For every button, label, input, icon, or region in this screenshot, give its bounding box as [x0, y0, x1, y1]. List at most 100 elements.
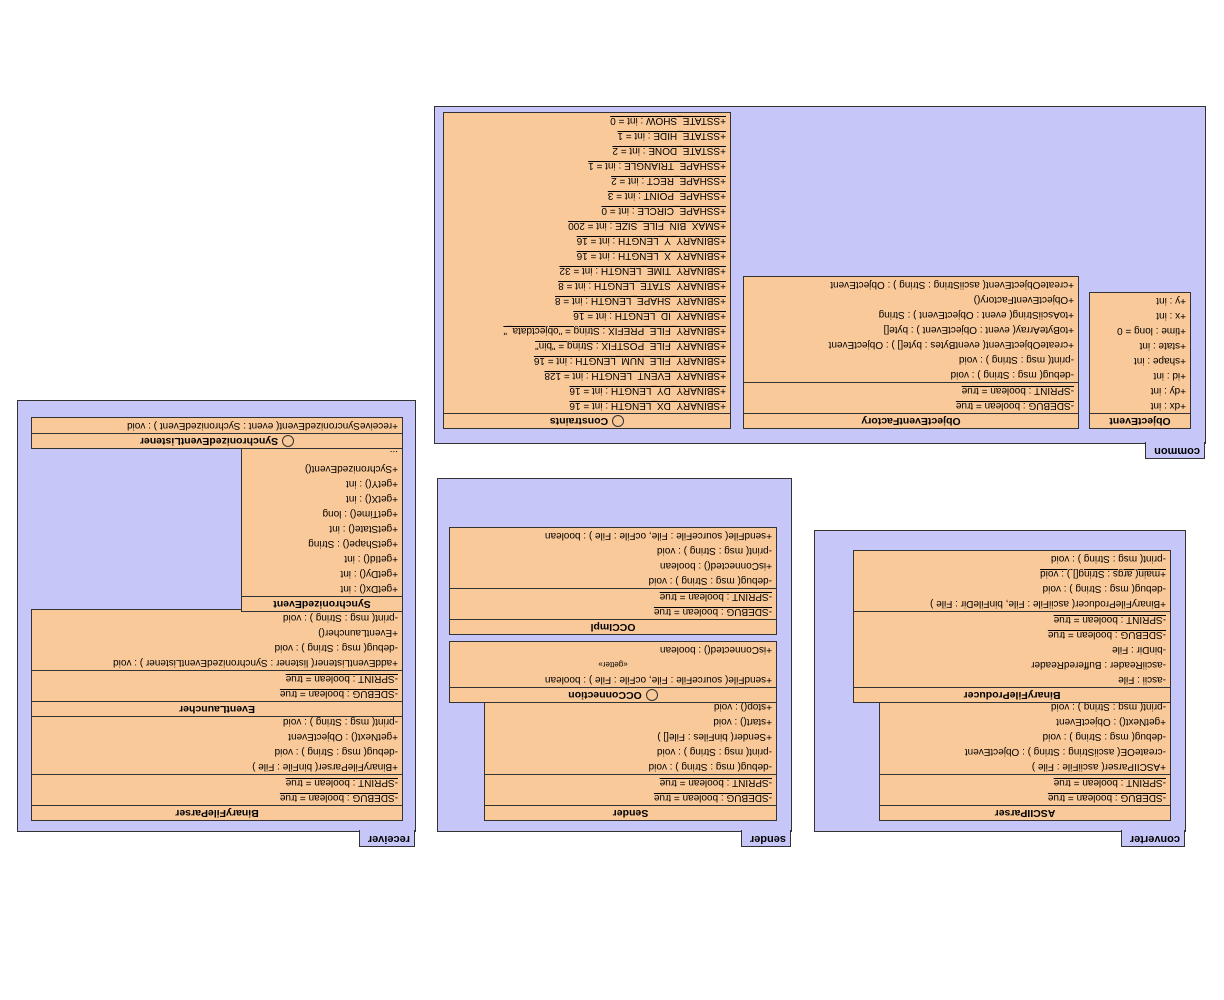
op-section: +addEventListener( listener : Synchroniz… — [32, 610, 402, 670]
op: +start() : void — [485, 714, 776, 729]
attr-section: -SDEBUG : boolean = true -SPRINT : boole… — [880, 774, 1170, 805]
attr: -SPRINT : boolean = true — [854, 612, 1170, 627]
attr: +x : int — [1090, 308, 1190, 323]
op: +sendFile( sourceFile : File, ocFile : F… — [450, 672, 776, 687]
class-title: BinaryFileProducer — [854, 687, 1170, 702]
class-Sender: Sender -SDEBUG : boolean = true -SPRINT … — [484, 698, 777, 821]
attr: +SSTATE_HIDE : int = 1 — [444, 128, 730, 143]
attr: -SPRINT : boolean = true — [744, 383, 1078, 398]
package-tab: common — [1145, 442, 1205, 459]
attr: +time : long = 0 — [1090, 323, 1190, 338]
op: +getId() : int — [242, 551, 402, 566]
attr: -binDir : File — [854, 642, 1170, 657]
attr: -SDEBUG : boolean = true — [32, 790, 402, 805]
op: +sendFile( sourceFile : File, ocFile : F… — [450, 528, 776, 543]
op: -print( msg : String ) : void — [854, 551, 1170, 566]
op-section: +BinaryFileParser( binFile : File ) -deb… — [32, 714, 402, 774]
diagram-canvas: receiver BinaryFileParser -SDEBUG : bool… — [0, 0, 1224, 1000]
attr: -SDEBUG : boolean = true — [880, 790, 1170, 805]
attr: +shape : int — [1090, 353, 1190, 368]
op: -createOE( asciiString : String ) : Obje… — [880, 744, 1170, 759]
attr: -SPRINT : boolean = true — [880, 775, 1170, 790]
op: +isConnected() : boolean — [450, 642, 776, 657]
interface-icon — [646, 689, 658, 701]
attr: -asciiReader : BufferedReader — [854, 657, 1170, 672]
op: +getX() : int — [242, 491, 402, 506]
class-BinaryFileParser: BinaryFileParser -SDEBUG : boolean = tru… — [31, 713, 403, 821]
op: +main( args : String[] ) : void — [854, 566, 1170, 581]
op: +isConnected() : boolean — [450, 558, 776, 573]
package-common: common Constraints +SBINARY_DX_LENGTH : … — [434, 106, 1206, 444]
package-receiver: receiver BinaryFileParser -SDEBUG : bool… — [17, 400, 416, 832]
class-Constraints: Constraints +SBINARY_DX_LENGTH : int = 1… — [443, 112, 731, 429]
attr: +SBINARY_Y_LENGTH : int = 16 — [444, 233, 730, 248]
class-SynchronizedEvent: SynchronizedEvent +getDx() : int +getDy(… — [241, 445, 403, 612]
op: +getState() : int — [242, 521, 402, 536]
attr: -SDEBUG : boolean = true — [744, 398, 1078, 413]
attr: +SBINARY_FILE_PREFIX : String = "objectd… — [444, 323, 730, 338]
op-section: -debug( msg : String ) : void -print( ms… — [485, 699, 776, 774]
class-title: OCCImpl — [450, 619, 776, 634]
attr-section: -SDEBUG : boolean = true -SPRINT : boole… — [450, 588, 776, 619]
attr: +SBINARY_EVENT_LENGTH : int = 128 — [444, 368, 730, 383]
attr: +id : int — [1090, 368, 1190, 383]
attr: -SDEBUG : boolean = true — [485, 790, 776, 805]
attr-section: -SDEBUG : boolean = true -SPRINT : boole… — [32, 774, 402, 805]
op: +BinaryFileProducer( asciiFile : File, b… — [854, 596, 1170, 611]
attr: +SSHAPE_TRIANGLE : int = 1 — [444, 158, 730, 173]
attr: +y : int — [1090, 293, 1190, 308]
attr-section: -SDEBUG : boolean = true -SPRINT : boole… — [744, 382, 1078, 413]
class-SynchronizedEventListener: SynchronizedEventListener +receiveSyncro… — [31, 417, 403, 449]
attr: +SMAX_BIN_FILE_SIZE : int = 200 — [444, 218, 730, 233]
op: +toByteArray( event : ObjectEvent ) : by… — [744, 322, 1078, 337]
class-title: OCConnection — [450, 687, 776, 702]
op: +getShape() : String — [242, 536, 402, 551]
op: +receiveSyncronizedEvent( event : Sychro… — [32, 418, 402, 433]
op: -debug( msg : String ) : void — [854, 581, 1170, 596]
attr: +SSTATE_SHOW : int = 0 — [444, 113, 730, 128]
class-title: SynchronizedEventListener — [32, 433, 402, 448]
attr: -SPRINT : boolean = true — [450, 589, 776, 604]
package-tab: receiver — [359, 830, 415, 847]
op: +ASCIIParser( asciiFile : File ) — [880, 759, 1170, 774]
attr: +SSTATE_DONE : int = 2 — [444, 143, 730, 158]
package-converter: converter ASCIIParser -SDEBUG : boolean … — [814, 530, 1186, 832]
op: -print( msg : String ) : void — [32, 610, 402, 625]
attr: +SBINARY_X_LENGTH : int = 16 — [444, 248, 730, 263]
class-title: ASCIIParser — [880, 805, 1170, 820]
op-section: +getDx() : int +getDy() : int +getId() :… — [242, 446, 402, 596]
op: +getDy() : int — [242, 566, 402, 581]
op-section: -debug( msg : String ) : void +isConnect… — [450, 528, 776, 588]
op: +getY() : int — [242, 476, 402, 491]
package-tab: sender — [741, 830, 791, 847]
op: -debug( msg : String ) : void — [32, 640, 402, 655]
class-ObjectEvent: ObjectEvent +dx : int +dy : int +id : in… — [1089, 292, 1191, 429]
attr: -SPRINT : boolean = true — [32, 775, 402, 790]
class-title: BinaryFileParser — [32, 805, 402, 820]
attr: +SBINARY_DX_LENGTH : int = 16 — [444, 398, 730, 413]
op: +getTime() : long — [242, 506, 402, 521]
op: -debug( msg : String ) : void — [450, 573, 776, 588]
op: +BinaryFileParser( binFile : File ) — [32, 759, 402, 774]
attr-section: -SDEBUG : boolean = true -SPRINT : boole… — [32, 670, 402, 701]
package-sender: sender Sender -SDEBUG : boolean = true -… — [437, 478, 792, 832]
op: +addEventListener( listener : Synchroniz… — [32, 655, 402, 670]
attr: +SBINARY_TIME_LENGTH : int = 32 — [444, 263, 730, 278]
attr: -SPRINT : boolean = true — [485, 775, 776, 790]
attr: +SSHAPE_POINT : int = 3 — [444, 188, 730, 203]
op: +EventLauncher() — [32, 625, 402, 640]
op: +getNext() : ObjectEvent — [32, 729, 402, 744]
op: +createObjectEvent( asciiString : String… — [744, 277, 1078, 292]
op-section: -debug( msg : String ) : void -print( ms… — [744, 277, 1078, 382]
op-section: +BinaryFileProducer( asciiFile : File, b… — [854, 551, 1170, 611]
op: +SychronizedEvent() — [242, 461, 402, 476]
attr-section: -SDEBUG : boolean = true -SPRINT : boole… — [485, 774, 776, 805]
op: -debug( msg : String ) : void — [485, 759, 776, 774]
class-ObjectEventFactory: ObjectEventFactory -SDEBUG : boolean = t… — [743, 276, 1079, 429]
op: -debug( msg : String ) : void — [880, 729, 1170, 744]
op-section: +ASCIIParser( asciiFile : File ) -create… — [880, 699, 1170, 774]
attr: +SBINARY_SHAPE_LENGTH : int = 8 — [444, 293, 730, 308]
op: +createObjectEvent( eventBytes : byte[] … — [744, 337, 1078, 352]
attr: -SDEBUG : boolean = true — [32, 686, 402, 701]
attr: +SBINARY_ID_LENGTH : int = 16 — [444, 308, 730, 323]
